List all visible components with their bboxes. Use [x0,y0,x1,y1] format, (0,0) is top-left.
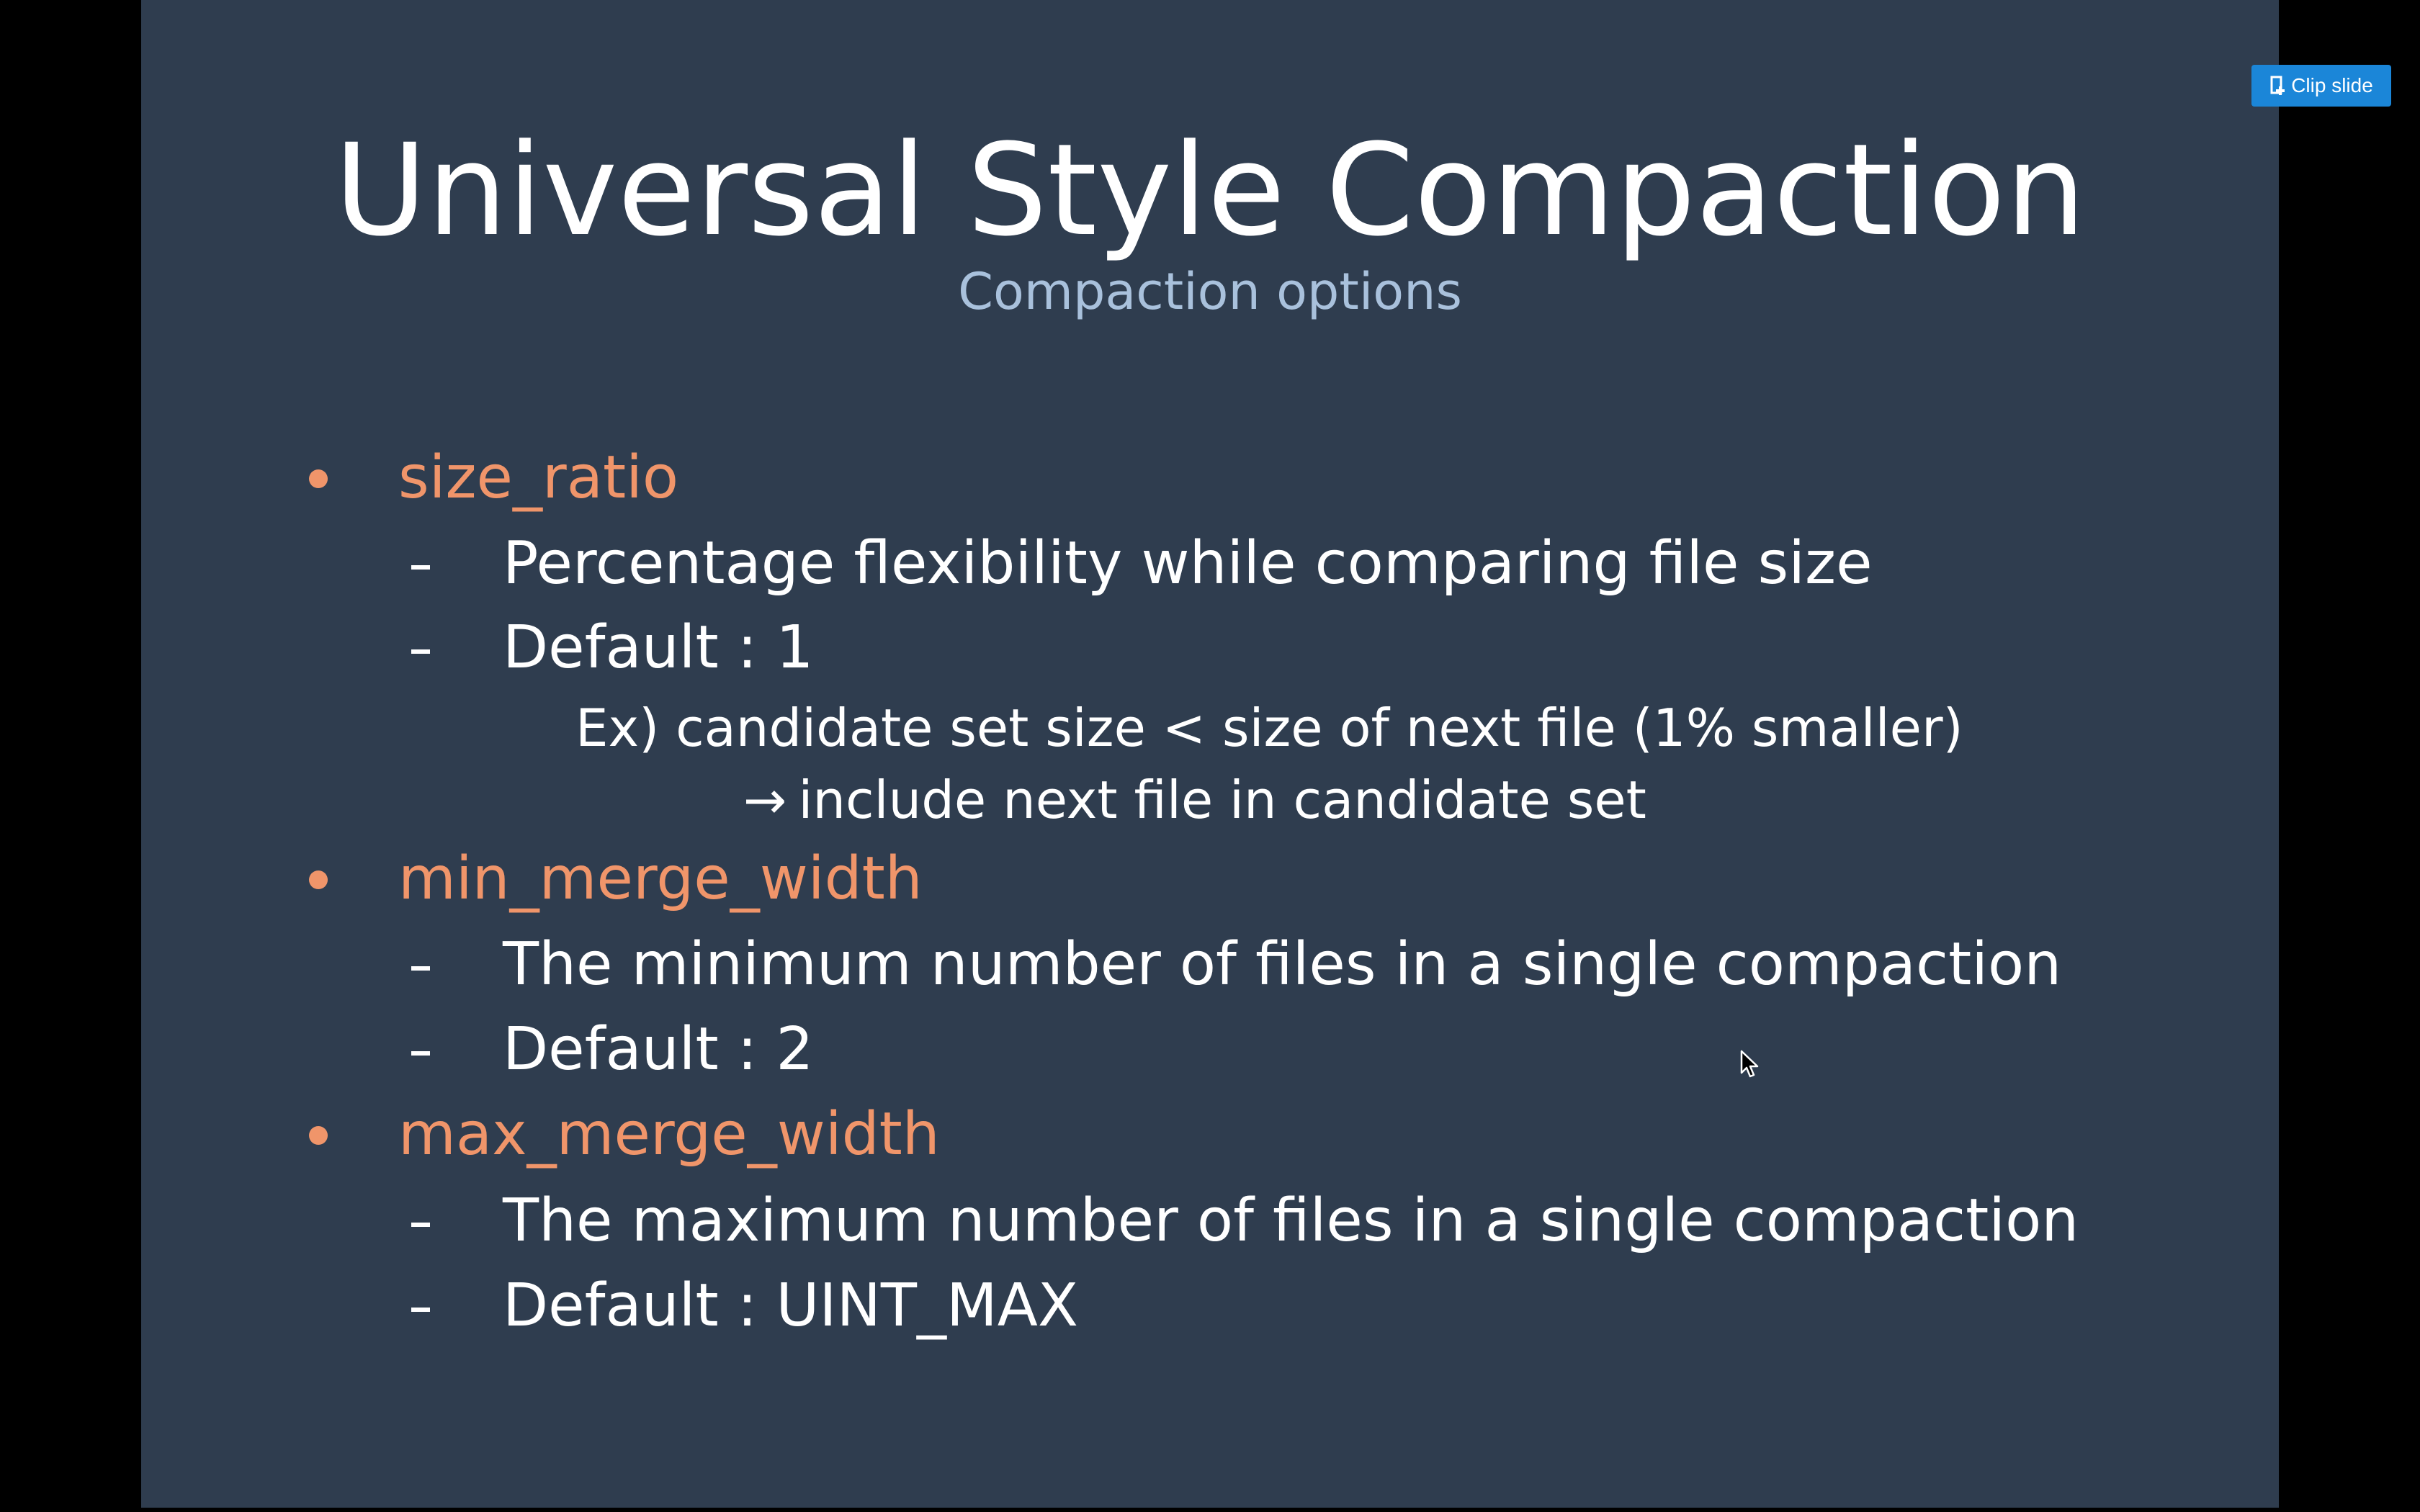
slide: Universal Style Compaction Compaction op… [141,0,2279,1508]
detail-text: Default : 2 [503,1015,814,1084]
dash-icon [411,1051,430,1056]
mouse-cursor-icon [1740,1050,1759,1078]
example-result-text: include next file in candidate set [798,770,1646,830]
dash-icon [411,649,430,654]
clip-slide-icon [2270,76,2285,95]
slide-subtitle: Compaction options [958,262,1462,321]
option-name: max_merge_width [398,1100,940,1169]
detail-text: The maximum number of files in a single … [503,1187,2079,1255]
dash-icon [411,1308,430,1312]
clip-slide-label: Clip slide [2291,74,2373,96]
option-name: size_ratio [398,444,679,512]
option-name: min_merge_width [398,845,923,913]
example-result: → include next file in candidate set [743,768,1646,832]
dash-icon [411,966,430,971]
dash-icon [411,565,430,570]
detail-text: Percentage flexibility while comparing f… [503,529,1873,598]
dash-icon [411,1223,430,1227]
bullet-icon [309,870,328,889]
detail-text: Default : 1 [503,613,814,682]
detail-text: Default : UINT_MAX [503,1272,1079,1340]
example-note: Ex) candidate set size < size of next fi… [575,698,1963,758]
option-detail: Default : UINT_MAX [141,1270,2279,1342]
slide-viewer: Universal Style Compaction Compaction op… [0,0,2420,1512]
option-min-merge-width: min_merge_width [141,843,2279,915]
option-max-merge-width: max_merge_width [141,1099,2279,1171]
option-detail: The minimum number of files in a single … [141,929,2279,1001]
bullet-icon [309,469,328,488]
bullet-icon [309,1126,328,1145]
clip-slide-button[interactable]: Clip slide [2251,65,2391,107]
arrow-right-icon: → [743,770,787,830]
option-detail: Default : 2 [141,1014,2279,1086]
option-detail: Default : 1 [141,612,2279,684]
slide-title: Universal Style Compaction [334,117,2086,264]
detail-text: The minimum number of files in a single … [503,930,2062,999]
option-detail: Percentage flexibility while comparing f… [141,528,2279,600]
option-detail: The maximum number of files in a single … [141,1185,2279,1257]
option-size-ratio: size_ratio [141,442,2279,514]
